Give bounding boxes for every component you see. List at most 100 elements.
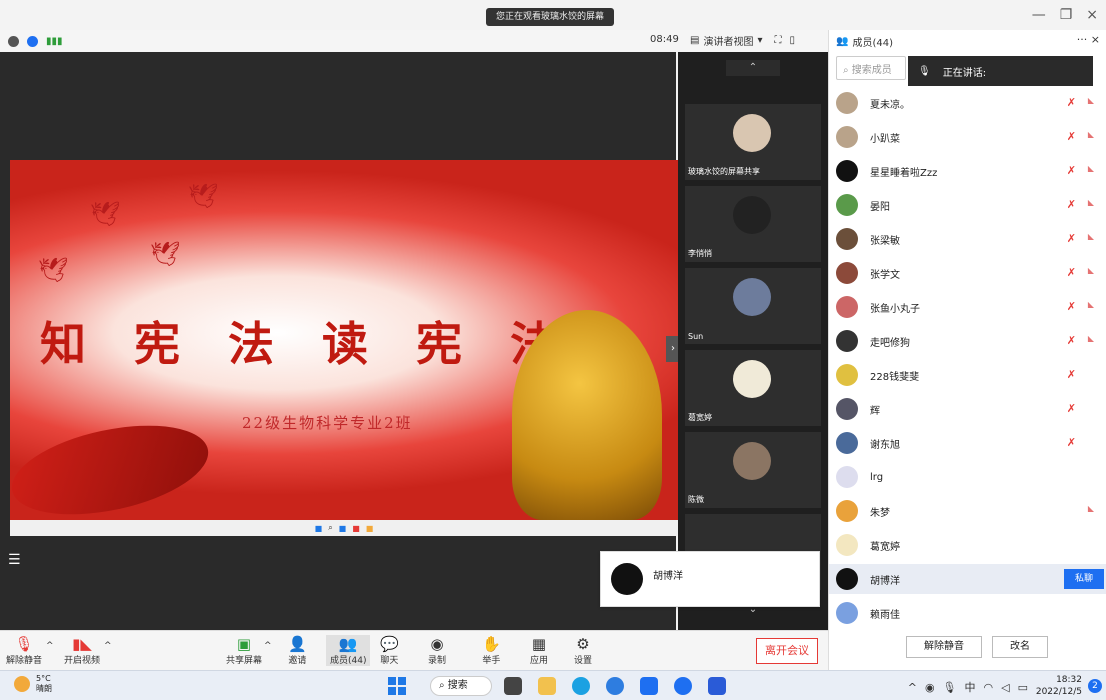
- member-row[interactable]: 夏未凉。 ✗ ◣: [836, 88, 1098, 118]
- member-row[interactable]: 张梁敏 ✗ ◣: [836, 224, 1098, 254]
- unmute-all-button[interactable]: 解除静音: [906, 636, 982, 658]
- video-tile[interactable]: 玻璃水饺的屏幕共享: [685, 104, 821, 180]
- member-row[interactable]: 张鱼小丸子 ✗ ◣: [836, 292, 1098, 322]
- meeting-app-icon[interactable]: [674, 677, 692, 695]
- store-icon[interactable]: [640, 677, 658, 695]
- battery-icon[interactable]: ▭: [1018, 681, 1036, 694]
- video-off-icon[interactable]: ◣: [1088, 504, 1094, 513]
- mic-muted-icon[interactable]: ✗: [1067, 198, 1076, 211]
- member-row[interactable]: 辉 ✗: [836, 394, 1098, 424]
- invite-button[interactable]: 👤 邀请: [288, 635, 307, 666]
- member-row[interactable]: 走吧修狗 ✗ ◣: [836, 326, 1098, 356]
- system-tray[interactable]: ^◉🎙中◠◁▭: [908, 679, 1036, 695]
- weather-widget[interactable]: 5°C 晴朗: [14, 674, 52, 694]
- record-button[interactable]: ◉ 录制: [428, 635, 446, 666]
- member-search-input[interactable]: ⌕ 搜索成员: [836, 56, 906, 80]
- video-options-chevron[interactable]: ^: [104, 641, 112, 651]
- signal-icon[interactable]: ▮▮▮: [46, 36, 63, 47]
- chat-button[interactable]: 💬 聊天: [380, 635, 399, 666]
- video-button[interactable]: ▮◣ 开启视频: [64, 635, 100, 666]
- close-icon[interactable]: ×: [1086, 7, 1098, 23]
- video-off-icon[interactable]: ◣: [1088, 334, 1094, 343]
- mic-icon[interactable]: 🎙: [943, 681, 965, 694]
- edge-browser-icon[interactable]: [572, 677, 590, 695]
- file-explorer-icon[interactable]: [538, 677, 556, 695]
- scroll-up-button[interactable]: ⌃: [726, 60, 780, 76]
- active-speaker-card[interactable]: 胡博洋: [600, 551, 820, 607]
- tray-icon[interactable]: ◉: [925, 681, 943, 694]
- browser-icon[interactable]: [606, 677, 624, 695]
- video-off-icon[interactable]: ◣: [1088, 130, 1094, 139]
- search-icon: ⌕: [439, 680, 445, 691]
- video-tile[interactable]: 葛宽婷: [685, 350, 821, 426]
- restore-icon[interactable]: ❐: [1060, 7, 1073, 23]
- share-screen-button[interactable]: ▣ 共享屏幕: [226, 635, 262, 666]
- mute-button[interactable]: 🎙 解除静音: [6, 635, 42, 666]
- mic-muted-icon[interactable]: ✗: [1067, 232, 1076, 245]
- taskbar-search[interactable]: ⌕ 搜索: [430, 676, 492, 696]
- volume-icon[interactable]: ◁: [1001, 681, 1017, 694]
- video-off-icon[interactable]: ◣: [1088, 164, 1094, 173]
- layout-icon[interactable]: ▯: [789, 35, 795, 46]
- photos-icon[interactable]: [708, 677, 726, 695]
- member-row[interactable]: 朱梦 ◣: [836, 496, 1098, 526]
- avatar: [733, 278, 771, 316]
- mic-muted-icon[interactable]: ✗: [1067, 402, 1076, 415]
- taskbar-clock[interactable]: 18:32 2022/12/5: [1036, 674, 1082, 698]
- member-row[interactable]: 葛宽婷: [836, 530, 1098, 560]
- wifi-icon[interactable]: ◠: [984, 681, 1002, 694]
- member-row[interactable]: 晏阳 ✗ ◣: [836, 190, 1098, 220]
- mic-muted-icon[interactable]: ✗: [1067, 266, 1076, 279]
- member-row[interactable]: 谢东旭 ✗: [836, 428, 1098, 458]
- video-off-icon[interactable]: ◣: [1088, 300, 1094, 309]
- mic-muted-icon[interactable]: ✗: [1067, 334, 1076, 347]
- speaker-view-icon: ▤: [690, 35, 700, 46]
- minimize-icon[interactable]: —: [1032, 7, 1046, 23]
- share-options-chevron[interactable]: ^: [264, 641, 272, 651]
- mic-muted-icon[interactable]: ✗: [1067, 164, 1076, 177]
- mic-muted-icon[interactable]: ✗: [1067, 300, 1076, 313]
- weather-temp: 5°C: [36, 674, 51, 683]
- close-icon[interactable]: ··· ×: [1077, 33, 1100, 46]
- mic-muted-icon[interactable]: ✗: [1067, 130, 1076, 143]
- video-off-icon[interactable]: ◣: [1088, 266, 1094, 275]
- member-row[interactable]: 星星睡着啦Zzz ✗ ◣: [836, 156, 1098, 186]
- mic-muted-icon[interactable]: ✗: [1067, 436, 1076, 449]
- mic-muted-icon[interactable]: ✗: [1067, 368, 1076, 381]
- video-off-icon[interactable]: ◣: [1088, 96, 1094, 105]
- private-chat-button[interactable]: 私聊: [1064, 569, 1104, 589]
- video-off-icon[interactable]: ◣: [1088, 232, 1094, 241]
- apps-button[interactable]: ▦ 应用: [530, 635, 548, 666]
- video-tile[interactable]: 陈微: [685, 432, 821, 508]
- mic-muted-icon[interactable]: ✗: [1067, 96, 1076, 109]
- view-mode-button[interactable]: ▤ 演讲者视图 ▾ ⛶ ▯: [690, 33, 795, 48]
- fullscreen-icon[interactable]: ⛶: [774, 35, 781, 46]
- windows-taskbar: 5°C 晴朗 ⌕ 搜索 ^◉🎙中◠◁▭ 18:32 2022/12/5 2: [0, 670, 1106, 700]
- app-icon: ■: [352, 523, 360, 533]
- leave-meeting-button[interactable]: 离开会议: [756, 638, 818, 664]
- avatar: [733, 442, 771, 480]
- video-tile[interactable]: 李悄悄: [685, 186, 821, 262]
- member-row[interactable]: 小趴菜 ✗ ◣: [836, 122, 1098, 152]
- task-view-icon[interactable]: [504, 677, 522, 695]
- settings-button[interactable]: ⚙ 设置: [574, 635, 592, 666]
- member-row[interactable]: 228钱斐斐 ✗: [836, 360, 1098, 390]
- ime-indicator[interactable]: 中: [965, 681, 984, 694]
- security-shield-icon[interactable]: [27, 35, 38, 47]
- windows-start-icon[interactable]: [388, 677, 406, 695]
- info-icon[interactable]: [8, 35, 19, 47]
- rename-button[interactable]: 改名: [992, 636, 1048, 658]
- member-row[interactable]: lrg: [836, 462, 1098, 492]
- video-off-icon[interactable]: ◣: [1088, 198, 1094, 207]
- video-tile[interactable]: Sun: [685, 268, 821, 344]
- mute-options-chevron[interactable]: ^: [46, 641, 54, 651]
- member-row[interactable]: 张学文 ✗ ◣: [836, 258, 1098, 288]
- chevron-up-icon[interactable]: ^: [908, 681, 925, 694]
- apps-grid-icon: ▦: [531, 635, 547, 653]
- notification-icon[interactable]: 2: [1088, 679, 1102, 693]
- members-button[interactable]: 👥 成员(44): [326, 635, 371, 666]
- member-row[interactable]: 赖雨佳: [836, 598, 1098, 628]
- menu-icon[interactable]: ☰: [8, 552, 24, 568]
- raise-hand-button[interactable]: ✋ 举手: [482, 635, 501, 666]
- member-row-selected[interactable]: 胡博洋 私聊: [829, 564, 1106, 594]
